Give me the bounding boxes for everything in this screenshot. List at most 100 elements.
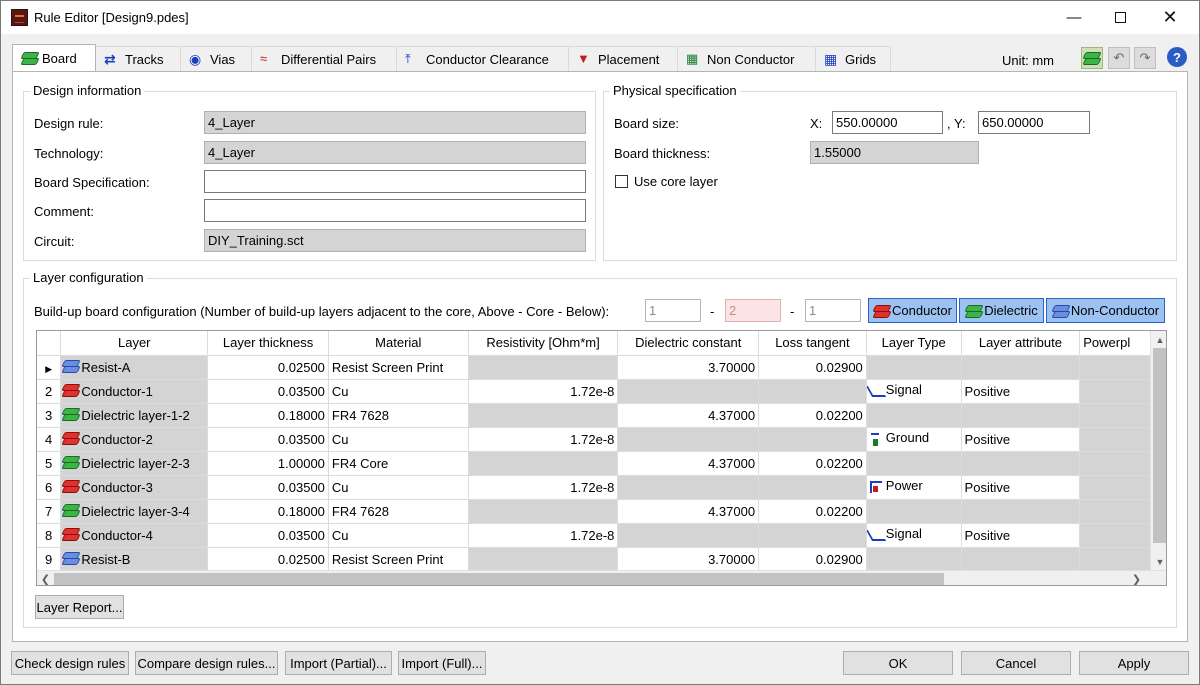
layer-thickness-cell[interactable]: 0.18000 [207, 403, 329, 428]
dielectric-constant-cell[interactable] [617, 379, 760, 404]
dielectric-button[interactable]: Dielectric [959, 298, 1044, 323]
layer-name-cell[interactable]: Conductor-4 [60, 523, 209, 548]
resistivity-cell[interactable]: 1.72e-8 [468, 379, 619, 404]
layer-attribute-cell[interactable] [961, 499, 1081, 524]
row-header[interactable]: ▶ [37, 355, 62, 380]
cancel-button[interactable]: Cancel [961, 651, 1071, 675]
board-size-x-input[interactable]: 550.00000 [832, 111, 943, 134]
non-conductor-button[interactable]: Non-Conductor [1046, 298, 1165, 323]
table-row[interactable]: 8 Conductor-4 0.03500 Cu 1.72e-8 Signal Positi… [37, 523, 1166, 548]
apply-button[interactable]: Apply [1079, 651, 1189, 675]
buildup-above-input[interactable]: 1 [645, 299, 701, 322]
tab-conductor-clearance[interactable]: ⤒ Conductor Clearance [396, 46, 569, 71]
material-cell[interactable]: FR4 Core [328, 451, 469, 476]
conductor-button[interactable]: Conductor [868, 298, 957, 323]
layer-thickness-cell[interactable]: 0.02500 [207, 547, 329, 572]
layer-thickness-cell[interactable]: 0.02500 [207, 355, 329, 380]
tab-board[interactable]: Board [12, 44, 96, 71]
column-header[interactable]: Dielectric constant [617, 331, 760, 356]
table-row[interactable]: 3 Dielectric layer-1-2 0.18000 FR4 7628 4.37… [37, 403, 1166, 428]
layer-report-button[interactable]: Layer Report... [35, 595, 124, 619]
table-row[interactable]: 2 Conductor-1 0.03500 Cu 1.72e-8 Signal Positi… [37, 379, 1166, 404]
resistivity-cell[interactable]: 1.72e-8 [468, 523, 619, 548]
table-row[interactable]: 4 Conductor-2 0.03500 Cu 1.72e-8 Ground Positi… [37, 427, 1166, 452]
layer-attribute-cell[interactable]: Positive [961, 523, 1081, 548]
ok-button[interactable]: OK [843, 651, 953, 675]
column-header[interactable]: Layer attribute [961, 331, 1081, 356]
undo-button[interactable]: ↶ [1108, 47, 1130, 69]
tab-placement[interactable]: ▼ Placement [568, 46, 678, 71]
layer-type-cell[interactable] [866, 451, 962, 476]
layer-attribute-cell[interactable]: Positive [961, 379, 1081, 404]
tab-grids[interactable]: ▦ Grids [815, 46, 891, 71]
layer-type-cell[interactable]: Power [866, 475, 962, 500]
dielectric-constant-cell[interactable]: 4.37000 [617, 499, 760, 524]
loss-tangent-cell[interactable] [758, 523, 867, 548]
layer-type-cell[interactable] [866, 355, 962, 380]
layer-name-cell[interactable]: Dielectric layer-1-2 [60, 403, 209, 428]
import-full-button[interactable]: Import (Full)... [398, 651, 486, 675]
resistivity-cell[interactable]: 1.72e-8 [468, 475, 619, 500]
layer-thickness-cell[interactable]: 0.18000 [207, 499, 329, 524]
compare-design-rules-button[interactable]: Compare design rules... [135, 651, 278, 675]
layer-attribute-cell[interactable]: Positive [961, 427, 1081, 452]
scroll-right-icon[interactable]: ❯ [1128, 571, 1145, 585]
layer-attribute-cell[interactable] [961, 547, 1081, 572]
row-header[interactable]: 5 [37, 451, 62, 476]
row-header[interactable]: 8 [37, 523, 62, 548]
table-row[interactable]: 5 Dielectric layer-2-3 1.00000 FR4 Core 4.37… [37, 451, 1166, 476]
loss-tangent-cell[interactable] [758, 427, 867, 452]
scroll-up-icon[interactable]: ▲ [1151, 331, 1166, 348]
resistivity-cell[interactable] [468, 451, 619, 476]
scroll-left-icon[interactable]: ❮ [37, 571, 54, 585]
help-button[interactable]: ? [1167, 47, 1187, 67]
horizontal-scroll-thumb[interactable] [54, 573, 944, 585]
layer-thickness-cell[interactable]: 0.03500 [207, 475, 329, 500]
layer-name-cell[interactable]: Dielectric layer-2-3 [60, 451, 209, 476]
tab-differential-pairs[interactable]: ≈ Differential Pairs [251, 46, 397, 71]
scroll-down-icon[interactable]: ▼ [1151, 553, 1166, 570]
loss-tangent-cell[interactable]: 0.02200 [758, 451, 867, 476]
layer-stack-button[interactable] [1081, 47, 1103, 69]
table-row[interactable]: 7 Dielectric layer-3-4 0.18000 FR4 7628 4.37… [37, 499, 1166, 524]
layer-attribute-cell[interactable] [961, 403, 1081, 428]
loss-tangent-cell[interactable]: 0.02200 [758, 499, 867, 524]
layer-type-cell[interactable]: Signal [866, 379, 962, 404]
table-row[interactable]: ▶ Resist-A 0.02500 Resist Screen Print 3.700… [37, 355, 1166, 380]
material-cell[interactable]: Cu [328, 475, 469, 500]
buildup-core-input[interactable]: 2 [725, 299, 781, 322]
row-header[interactable]: 2 [37, 379, 62, 404]
layer-name-cell[interactable]: Conductor-1 [60, 379, 209, 404]
use-core-layer-checkbox[interactable] [615, 175, 628, 188]
material-cell[interactable]: Resist Screen Print [328, 547, 469, 572]
material-cell[interactable]: Cu [328, 523, 469, 548]
material-cell[interactable]: Cu [328, 379, 469, 404]
loss-tangent-cell[interactable] [758, 379, 867, 404]
row-header[interactable]: 7 [37, 499, 62, 524]
dielectric-constant-cell[interactable] [617, 475, 760, 500]
layer-thickness-cell[interactable]: 1.00000 [207, 451, 329, 476]
column-header[interactable]: Layer thickness [207, 331, 329, 356]
resistivity-cell[interactable] [468, 355, 619, 380]
layer-name-cell[interactable]: Resist-A [60, 355, 209, 380]
layer-name-cell[interactable]: Conductor-2 [60, 427, 209, 452]
layer-attribute-cell[interactable] [961, 451, 1081, 476]
resistivity-cell[interactable]: 1.72e-8 [468, 427, 619, 452]
layer-attribute-cell[interactable]: Positive [961, 475, 1081, 500]
vertical-scroll-thumb[interactable] [1153, 348, 1166, 543]
layer-name-cell[interactable]: Conductor-3 [60, 475, 209, 500]
column-header[interactable]: Resistivity [Ohm*m] [468, 331, 619, 356]
redo-button[interactable]: ↷ [1134, 47, 1156, 69]
material-cell[interactable]: FR4 7628 [328, 403, 469, 428]
column-header[interactable]: Material [328, 331, 469, 356]
layer-type-cell[interactable]: Ground [866, 427, 962, 452]
column-header[interactable]: Layer Type [866, 331, 962, 356]
check-design-rules-button[interactable]: Check design rules [11, 651, 129, 675]
dielectric-constant-cell[interactable]: 4.37000 [617, 451, 760, 476]
row-header[interactable]: 4 [37, 427, 62, 452]
resistivity-cell[interactable] [468, 547, 619, 572]
column-header[interactable]: Layer [60, 331, 209, 356]
layer-thickness-cell[interactable]: 0.03500 [207, 523, 329, 548]
tab-non-conductor[interactable]: ▦ Non Conductor [677, 46, 816, 71]
table-row[interactable]: 6 Conductor-3 0.03500 Cu 1.72e-8 Power Positiv… [37, 475, 1166, 500]
